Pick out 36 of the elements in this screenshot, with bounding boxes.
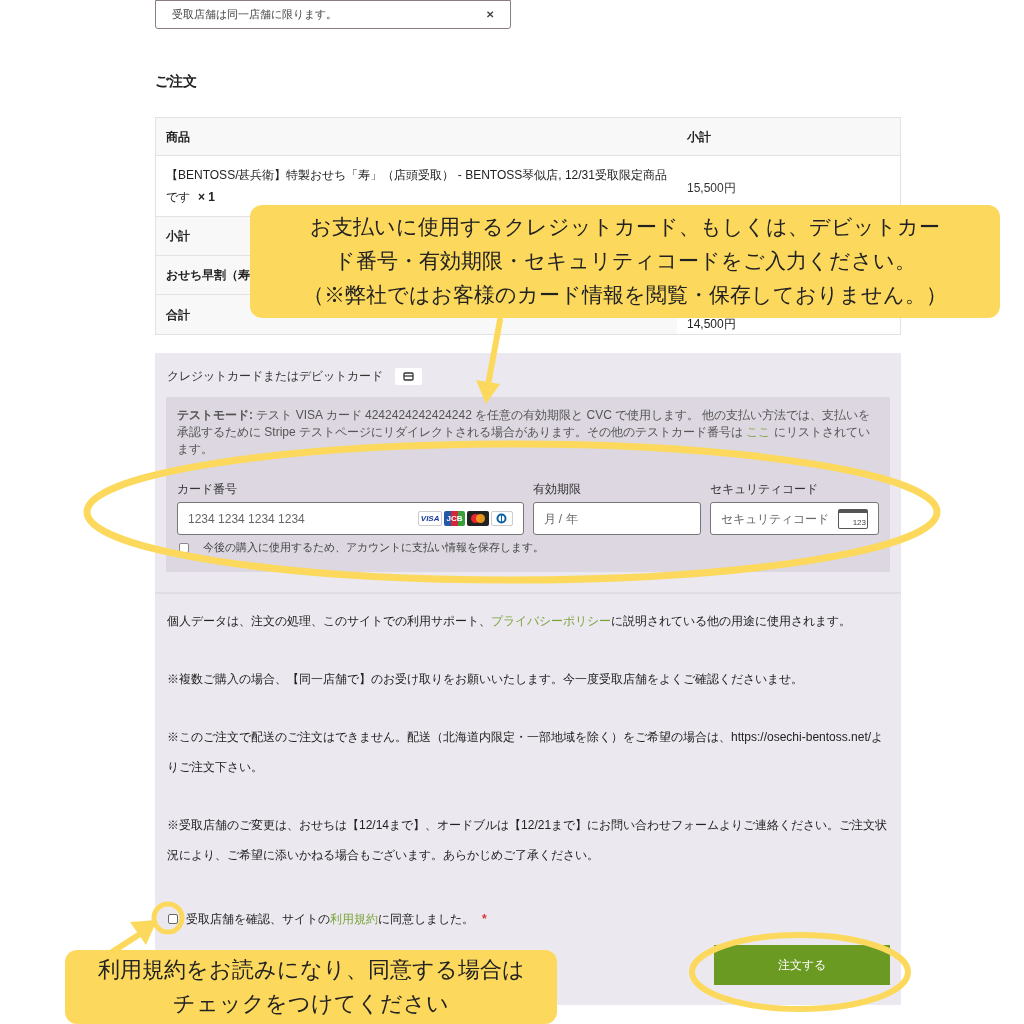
field-label: 有効期限 bbox=[532, 482, 581, 497]
table-cell-text: 15,500円 bbox=[687, 180, 736, 197]
note-text: ※受取店舗のご変更は、おせちは【12/14まで】、オードブルは【12/21まで】にお問い合わせフォームよりご連絡ください。ご注文状況により、ご希望に添いかねる場合もございます。あらかじめご了承ください。 bbox=[167, 817, 889, 865]
callout: お支払いに使用するクレジットカード、もしくは、デビットカー ド番号・有効期限・セキュリティコードをご入力ください。 （※弊社ではお客様のカード情報を閲覧・保存しておりません。） bbox=[250, 205, 1000, 318]
note-text: ※複数ご購入の場合、【同一店舗で】のお受け取りをお願いいたします。今一度受取店舗をよくご確認くださいませ。 bbox=[167, 671, 804, 689]
payment-method-label[interactable]: クレジットカードまたはデビットカード bbox=[167, 368, 383, 386]
save-payment-label: 今後の購入に使用するため、アカウントに支払い情報を保存します。 bbox=[203, 540, 544, 556]
card-icon bbox=[395, 368, 422, 386]
table-cell-text: 合計 bbox=[166, 306, 190, 324]
field-label: カード番号 bbox=[177, 482, 237, 497]
callout: 利用規約をお読みになり、同意する場合は チェックをつけてください bbox=[65, 950, 557, 1024]
table-cell-text: おせち早割（寿 bbox=[166, 267, 250, 284]
column-header: 小計 bbox=[687, 129, 711, 144]
table-cell-text: 小計 bbox=[166, 228, 190, 245]
section-heading: ご注文 bbox=[155, 72, 197, 91]
checkbox[interactable] bbox=[179, 542, 189, 553]
highlight-circle bbox=[151, 901, 185, 935]
terms-agreement-label: 受取店舗を確認、サイトの利用規約に同意しました。 * bbox=[186, 911, 487, 929]
mastercard-icon bbox=[466, 511, 489, 527]
table-cell-text: 14,500円 bbox=[687, 315, 736, 333]
note-text: 個人データは、注文の処理、このサイトでの利用サポート、プライバシーポリシーに説明されている他の用途に使用されます。 bbox=[167, 613, 852, 631]
store-select[interactable]: 受取店舗は同一店舗に限ります。 ✕ bbox=[155, 0, 511, 29]
diners-icon bbox=[490, 511, 513, 527]
test-mode-notice: テストモード: テスト VISA カード 4242424242424242 を任意の有効期限と CVC で使用します。 他の支払い方法では、支払いを承認するために Stripe テストページにリダイレクトされる場合があります。その他のテストカード番号は ここ にリストされています。 bbox=[177, 407, 872, 459]
clear-icon[interactable]: ✕ bbox=[486, 7, 494, 22]
field-label: セキュリティコード bbox=[710, 482, 819, 497]
card-number-field[interactable]: 1234 1234 1234 1234 VISA JCB bbox=[177, 502, 524, 536]
checkbox[interactable] bbox=[168, 914, 178, 925]
expiry-field[interactable]: 月 / 年 bbox=[532, 502, 702, 536]
jcb-logo: JCB bbox=[444, 511, 465, 527]
note-text: ※このご注文で配送のご注文はできません。配送（北海道内限定・一部地域を除く）をご希望の場合は、https://osechi-bentoss.net/よりご注文下さい。 bbox=[167, 729, 885, 777]
table-cell-text: 【BENTOSS/甚兵衛】特製おせち「寿」（店頭受取） - BENTOSS琴似店, 12/31受取限定商品です × 1 bbox=[166, 167, 667, 206]
cvc-card-icon: 123 bbox=[838, 508, 868, 529]
security-code-field[interactable]: セキュリティコード 123 bbox=[710, 502, 879, 536]
visa-logo: VISA bbox=[417, 511, 443, 527]
column-header: 商品 bbox=[166, 129, 190, 144]
